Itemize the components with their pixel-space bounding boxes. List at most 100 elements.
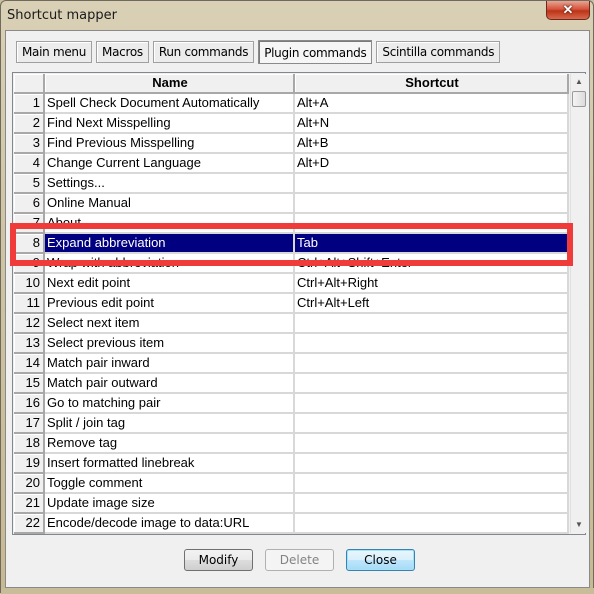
table-row[interactable]: 11 Previous edit point Ctrl+Alt+Left xyxy=(14,294,569,314)
vertical-scrollbar[interactable]: ▲ ▼ xyxy=(570,74,586,533)
row-shortcut[interactable] xyxy=(295,454,569,474)
row-shortcut[interactable] xyxy=(295,474,569,494)
row-name[interactable]: Match pair inward xyxy=(45,354,295,374)
table-row[interactable]: 18 Remove tag xyxy=(14,434,569,454)
row-shortcut[interactable] xyxy=(295,354,569,374)
row-number: 9 xyxy=(14,254,45,274)
row-number: 14 xyxy=(14,354,45,374)
tab-plugin-commands[interactable]: Plugin commands xyxy=(258,40,373,64)
row-number: 3 xyxy=(14,134,45,154)
row-shortcut[interactable] xyxy=(295,334,569,354)
tab-run-commands[interactable]: Run commands xyxy=(152,41,255,63)
grid-body: Name Shortcut 1 Spell Check Document Auto… xyxy=(14,74,569,534)
row-name[interactable]: Previous edit point xyxy=(45,294,295,314)
row-shortcut[interactable] xyxy=(295,394,569,414)
table-row[interactable]: 4 Change Current Language Alt+D xyxy=(14,154,569,174)
table-row[interactable]: 14 Match pair inward xyxy=(14,354,569,374)
row-shortcut[interactable] xyxy=(295,494,569,514)
shortcut-mapper-window: Shortcut mapper ✕ Main menu Macros Run c… xyxy=(0,0,594,594)
row-name[interactable]: Settings... xyxy=(45,174,295,194)
table-row[interactable]: 9 Wrap with abbreviation Ctrl+Alt+Shift+En… xyxy=(14,254,569,274)
header-num xyxy=(14,74,45,94)
row-shortcut[interactable]: Alt+A xyxy=(295,94,569,114)
row-name[interactable]: Spell Check Document Automatically xyxy=(45,94,295,114)
row-number: 7 xyxy=(14,214,45,234)
row-shortcut[interactable]: Alt+D xyxy=(295,154,569,174)
table-row[interactable]: 7 About xyxy=(14,214,569,234)
delete-button[interactable]: Delete xyxy=(265,549,334,571)
row-name[interactable]: Select previous item xyxy=(45,334,295,354)
row-shortcut[interactable]: Ctrl+Alt+Left xyxy=(295,294,569,314)
row-name[interactable]: Find Previous Misspelling xyxy=(45,134,295,154)
row-shortcut[interactable] xyxy=(295,194,569,214)
row-name[interactable]: Online Manual xyxy=(45,194,295,214)
row-shortcut[interactable] xyxy=(295,314,569,334)
scroll-thumb[interactable] xyxy=(572,91,586,107)
row-shortcut[interactable]: Alt+N xyxy=(295,114,569,134)
modify-button[interactable]: Modify xyxy=(184,549,253,571)
row-shortcut[interactable]: Ctrl+Alt+Shift+Enter xyxy=(295,254,569,274)
tab-main-menu[interactable]: Main menu xyxy=(16,41,93,63)
row-shortcut[interactable] xyxy=(295,414,569,434)
row-number: 17 xyxy=(14,414,45,434)
row-name[interactable]: Find Next Misspelling xyxy=(45,114,295,134)
row-number: 15 xyxy=(14,374,45,394)
table-row[interactable]: 13 Select previous item xyxy=(14,334,569,354)
scroll-up-arrow-icon[interactable]: ▲ xyxy=(571,74,587,90)
row-number: 6 xyxy=(14,194,45,214)
row-number: 8 xyxy=(14,234,45,254)
row-name[interactable]: Next edit point xyxy=(45,274,295,294)
row-name[interactable]: Wrap with abbreviation xyxy=(45,254,295,274)
row-number: 13 xyxy=(14,334,45,354)
row-shortcut[interactable]: Tab xyxy=(295,234,569,254)
row-name[interactable]: Change Current Language xyxy=(45,154,295,174)
table-row[interactable]: 6 Online Manual xyxy=(14,194,569,214)
row-number: 5 xyxy=(14,174,45,194)
row-number: 2 xyxy=(14,114,45,134)
row-shortcut[interactable]: Ctrl+Alt+Right xyxy=(295,274,569,294)
close-button[interactable]: Close xyxy=(346,549,415,571)
row-name[interactable]: Expand abbreviation xyxy=(45,234,295,254)
row-name[interactable]: Insert formatted linebreak xyxy=(45,454,295,474)
table-row[interactable]: 10 Next edit point Ctrl+Alt+Right xyxy=(14,274,569,294)
row-name[interactable]: Go to matching pair xyxy=(45,394,295,414)
table-row[interactable]: 12 Select next item xyxy=(14,314,569,334)
table-row[interactable]: 16 Go to matching pair xyxy=(14,394,569,414)
dialog-client-area: Main menu Macros Run commands Plugin com… xyxy=(5,30,590,588)
row-name[interactable]: Remove tag xyxy=(45,434,295,454)
row-number: 10 xyxy=(14,274,45,294)
row-shortcut[interactable]: Alt+B xyxy=(295,134,569,154)
row-name[interactable]: Select next item xyxy=(45,314,295,334)
row-shortcut[interactable] xyxy=(295,214,569,234)
row-name[interactable]: Match pair outward xyxy=(45,374,295,394)
row-name[interactable]: About xyxy=(45,214,295,234)
table-row[interactable]: 22 Encode/decode image to data:URL xyxy=(14,514,569,534)
table-row[interactable]: 8 Expand abbreviation Tab xyxy=(14,234,569,254)
table-row[interactable]: 2 Find Next Misspelling Alt+N xyxy=(14,114,569,134)
title-bar[interactable]: Shortcut mapper ✕ xyxy=(1,1,593,31)
row-shortcut[interactable] xyxy=(295,374,569,394)
scroll-down-arrow-icon[interactable]: ▼ xyxy=(571,517,587,533)
row-shortcut[interactable] xyxy=(295,514,569,534)
table-row[interactable]: 15 Match pair outward xyxy=(14,374,569,394)
row-name[interactable]: Toggle comment xyxy=(45,474,295,494)
row-name[interactable]: Split / join tag xyxy=(45,414,295,434)
row-name[interactable]: Encode/decode image to data:URL xyxy=(45,514,295,534)
header-name[interactable]: Name xyxy=(45,74,295,94)
table-row[interactable]: 19 Insert formatted linebreak xyxy=(14,454,569,474)
close-window-button[interactable]: ✕ xyxy=(546,1,590,20)
table-row[interactable]: 3 Find Previous Misspelling Alt+B xyxy=(14,134,569,154)
table-row[interactable]: 17 Split / join tag xyxy=(14,414,569,434)
table-row[interactable]: 21 Update image size xyxy=(14,494,569,514)
row-number: 21 xyxy=(14,494,45,514)
tab-macros[interactable]: Macros xyxy=(96,41,149,63)
table-row[interactable]: 20 Toggle comment xyxy=(14,474,569,494)
row-shortcut[interactable] xyxy=(295,174,569,194)
table-row[interactable]: 1 Spell Check Document Automatically Alt+A xyxy=(14,94,569,114)
table-row[interactable]: 5 Settings... xyxy=(14,174,569,194)
row-shortcut[interactable] xyxy=(295,434,569,454)
tab-scintilla-commands[interactable]: Scintilla commands xyxy=(376,41,501,63)
tab-bar: Main menu Macros Run commands Plugin com… xyxy=(16,40,504,65)
row-name[interactable]: Update image size xyxy=(45,494,295,514)
header-shortcut[interactable]: Shortcut xyxy=(295,74,569,94)
